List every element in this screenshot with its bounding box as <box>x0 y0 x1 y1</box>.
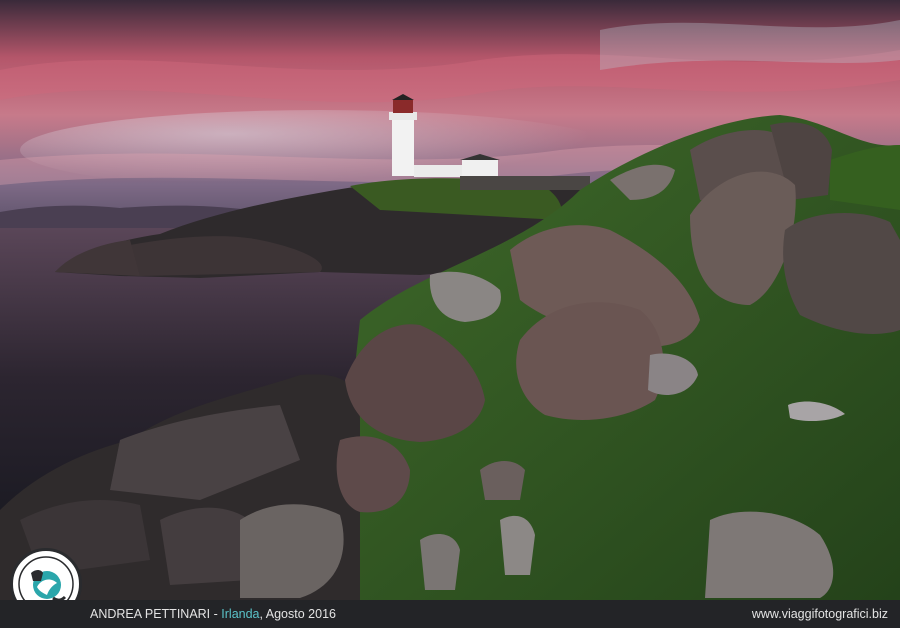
location-name: Irlanda <box>221 607 260 621</box>
photo-credit: ANDREA PETTINARI - Irlanda, Agosto 2016 <box>90 607 336 621</box>
photo-caption-bar: ANDREA PETTINARI - Irlanda, Agosto 2016 … <box>0 600 900 628</box>
author-name: ANDREA PETTINARI <box>90 607 211 621</box>
website-link[interactable]: www.viaggifotografici.biz <box>752 607 888 621</box>
caption-separator: - <box>210 607 222 621</box>
landscape-photo <box>0 0 900 600</box>
lighthouse-scene-image <box>0 0 900 600</box>
photo-date: , Agosto 2016 <box>259 607 336 621</box>
